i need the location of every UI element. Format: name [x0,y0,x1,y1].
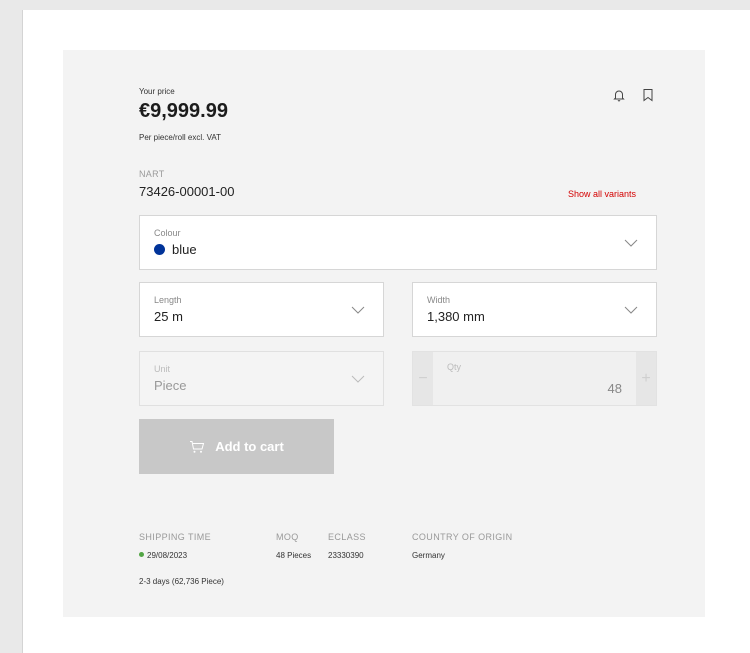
add-to-cart-button[interactable]: Add to cart [139,419,334,474]
chevron-down-icon [351,375,365,383]
product-card: Your price €9,999.99 Per piece/roll excl… [63,50,705,617]
chevron-down-icon [624,306,638,314]
country-of-origin-value: Germany [412,551,445,560]
length-value: 25 m [154,309,183,324]
shipping-days: 2-3 days (62,736 Piece) [139,577,224,586]
eclass-label: ECLASS [328,532,366,542]
eclass-value: 23330390 [328,551,364,560]
price-value: €9,999.99 [139,100,228,122]
qty-increase-button[interactable]: + [636,352,656,405]
availability-dot-icon [139,552,144,557]
nart-label: NART [139,169,165,179]
chevron-down-icon [624,239,638,247]
colour-value-wrap: blue [154,242,197,257]
colour-value: blue [172,242,197,257]
colour-select[interactable]: Colour blue [139,215,657,270]
nart-value: 73426-00001-00 [139,184,235,199]
shipping-date: 29/08/2023 [139,551,187,560]
width-select[interactable]: Width 1,380 mm [412,282,657,337]
qty-label: Qty [447,362,462,372]
colour-swatch-icon [154,244,165,255]
moq-value: 48 Pieces [276,551,312,560]
unit-label: Unit [154,364,171,374]
bell-icon[interactable] [612,88,626,102]
add-to-cart-label: Add to cart [215,439,284,454]
price-note: Per piece/roll excl. VAT [139,133,221,142]
shipping-date-value: 29/08/2023 [147,551,188,560]
show-all-variants-link[interactable]: Show all variants [568,189,636,199]
width-value: 1,380 mm [427,309,485,324]
moq-label: MOQ [276,532,299,542]
country-of-origin-label: COUNTRY OF ORIGIN [412,532,513,542]
quantity-stepper: − Qty 48 + [412,351,657,406]
bookmark-icon[interactable] [641,88,655,102]
chevron-down-icon [351,306,365,314]
unit-value: Piece [154,378,187,393]
length-label: Length [154,295,182,305]
cart-icon [190,440,205,453]
price-label: Your price [139,87,175,96]
qty-input[interactable]: 48 [608,381,622,396]
qty-decrease-button[interactable]: − [413,352,433,405]
shipping-time-label: SHIPPING TIME [139,532,212,542]
colour-label: Colour [154,228,181,238]
unit-select[interactable]: Unit Piece [139,351,384,406]
length-select[interactable]: Length 25 m [139,282,384,337]
page: Your price €9,999.99 Per piece/roll excl… [22,10,750,653]
width-label: Width [427,295,451,305]
